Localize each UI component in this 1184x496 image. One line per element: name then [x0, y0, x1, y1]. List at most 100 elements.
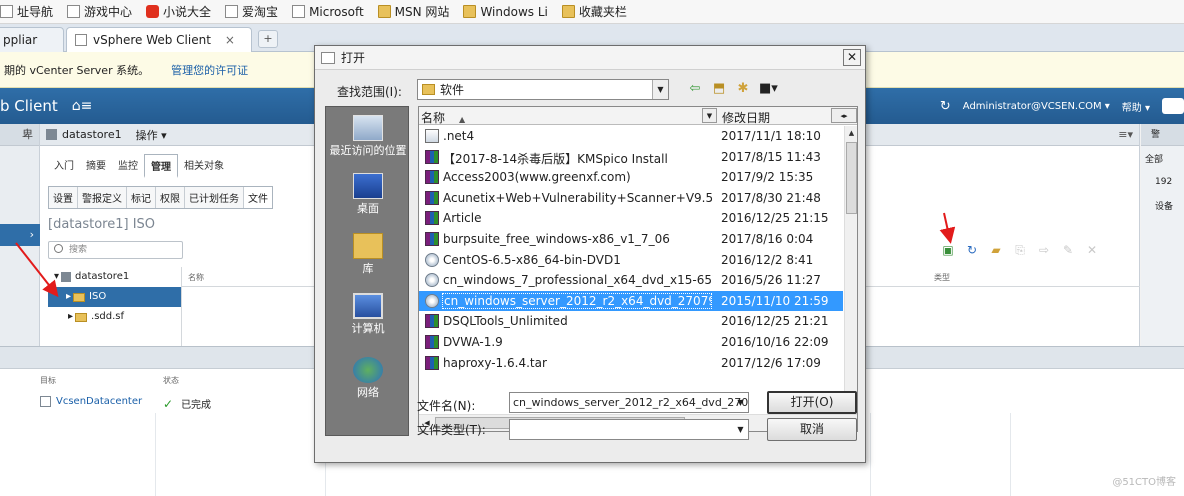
column-target[interactable]: 目标 — [40, 375, 56, 386]
subtab-5[interactable]: 文件 — [244, 187, 272, 208]
list-item[interactable]: Acunetix+Web+Vulnerability+Scanner+V9.5%… — [419, 188, 843, 209]
tab-1[interactable]: 摘要 — [80, 154, 112, 178]
alarm-item[interactable]: 192 — [1141, 171, 1184, 193]
list-item[interactable]: Access2003(www.greenxf.com) 2017/9/2 15:3… — [419, 167, 843, 188]
file-rows: .net4 2017/11/1 18:10 【2017-8-14杀毒后版】KMSpi… — [419, 126, 843, 416]
column-status[interactable]: 状态 — [163, 375, 179, 386]
up-folder-icon[interactable]: ⬒ — [711, 81, 727, 96]
tab-3[interactable]: 管理 — [144, 154, 178, 178]
task-target-link[interactable]: VcsenDatacenter — [40, 396, 142, 407]
place-desktop[interactable]: 桌面 — [326, 173, 410, 215]
refresh-icon[interactable]: ↻ — [940, 99, 951, 114]
scroll-up-icon[interactable]: ▲ — [846, 126, 857, 140]
subtab-2[interactable]: 标记 — [127, 187, 156, 208]
datastore-icon — [46, 129, 57, 140]
recent-places-icon — [353, 115, 383, 141]
tree-item[interactable]: ▸ .sdd.sf — [48, 307, 181, 327]
filetype-select[interactable]: ▼ — [509, 419, 749, 440]
chevron-down-icon[interactable]: ▼ — [733, 420, 748, 439]
bookmark-item[interactable]: MSN 网站 — [377, 3, 449, 20]
new-folder-icon[interactable]: ▰ — [988, 243, 1004, 258]
column-name-header[interactable]: 名称 ▲ — [421, 109, 465, 126]
list-item[interactable]: DVWA-1.9 2016/10/16 22:09 — [419, 332, 843, 353]
chevron-down-icon[interactable]: ▼ — [652, 80, 668, 99]
browser-tab-vsphere[interactable]: vSphere Web Client × — [66, 27, 252, 52]
column-date-header[interactable]: 修改日期 — [722, 109, 770, 126]
list-item[interactable]: CentOS-6.5-x86_64-bin-DVD1 2016/12/2 8:41 — [419, 250, 843, 271]
pin-icon[interactable]: 卑 — [0, 124, 39, 146]
file-name: .net4 — [443, 129, 475, 143]
view-menu-icon[interactable]: ■▾ — [759, 81, 778, 96]
bookmark-item[interactable]: Microsoft — [292, 5, 364, 19]
place-network[interactable]: 网络 — [326, 357, 410, 399]
home-icon[interactable]: ⌂≡ — [72, 98, 93, 114]
list-item[interactable]: Article 2016/12/25 21:15 — [419, 208, 843, 229]
page-icon — [67, 5, 81, 18]
user-menu[interactable]: Administrator@VCSEN.COM ▾ — [963, 101, 1110, 112]
bookmark-item[interactable]: 址导航 — [0, 3, 53, 20]
place-recent[interactable]: 最近访问的位置 — [326, 115, 410, 157]
chevron-down-icon[interactable]: ▼ — [733, 393, 748, 412]
task-target[interactable]: VcsenDatacenter — [56, 396, 142, 407]
search-input[interactable]: 搜索 — [48, 241, 183, 259]
dialog-title: 打开 — [341, 51, 366, 65]
chevron-right-icon[interactable]: ▸ — [68, 307, 73, 327]
lookin-select[interactable]: 软件 ▼ — [417, 79, 669, 100]
subtab-0[interactable]: 设置 — [49, 187, 78, 208]
browser-tab-other[interactable]: ppliar — [0, 27, 64, 52]
panel-menu-icon[interactable]: ≡▾ — [1118, 128, 1133, 141]
tree-item[interactable]: ▸ ISO — [48, 287, 181, 307]
tab-0[interactable]: 入门 — [48, 154, 80, 178]
bookmark-item[interactable]: 收藏夹栏 — [561, 3, 627, 20]
list-item[interactable]: cn_windows_server_2012_r2_x64_dvd_270796… — [419, 290, 843, 312]
new-folder-icon[interactable]: ✱ — [735, 81, 751, 96]
bookmark-item[interactable]: 游戏中心 — [67, 3, 132, 20]
sort-ascending-icon: ▲ — [459, 115, 466, 124]
copy-icon: ⎘ — [1015, 243, 1025, 257]
list-item[interactable]: DSQLTools_Unlimited 2016/12/25 21:21 — [419, 311, 843, 332]
open-button[interactable]: 打开(O) — [767, 391, 857, 414]
upload-file-icon[interactable]: ▣ — [940, 243, 956, 258]
chevron-down-icon[interactable]: ▼ — [702, 108, 717, 123]
list-item[interactable]: cn_windows_7_professional_x64_dvd_x15-65… — [419, 270, 843, 291]
back-icon[interactable]: ⇦ — [687, 81, 703, 96]
tab-4[interactable]: 相关对象 — [178, 154, 230, 178]
column-scroll-arrows[interactable]: ◂▸ — [831, 108, 857, 123]
file-date: 2016/12/2 8:41 — [721, 252, 814, 267]
subtab-3[interactable]: 权限 — [156, 187, 185, 208]
list-item[interactable]: .net4 2017/11/1 18:10 — [419, 126, 843, 147]
place-computer[interactable]: 计算机 — [326, 293, 410, 335]
close-icon[interactable]: × — [225, 33, 235, 47]
libraries-icon — [353, 233, 383, 259]
navigator-selected-item[interactable]: › — [0, 224, 40, 246]
vertical-scrollbar[interactable]: ▲ ▼ — [844, 126, 857, 413]
new-tab-button[interactable]: + — [258, 30, 278, 48]
list-item[interactable]: 【2017-8-14杀毒后版】KMSpico Install 2017/8/15 … — [419, 147, 843, 168]
filename-input[interactable]: cn_windows_server_2012_r2_x64_dvd_2707 ▼ — [509, 392, 749, 413]
archive-icon — [425, 190, 439, 205]
bookmark-item[interactable]: 爱淘宝 — [225, 3, 278, 20]
bookmark-item[interactable]: 小说大全 — [146, 3, 211, 20]
actions-menu[interactable]: 操作 ▾ — [136, 127, 167, 143]
manage-license-link[interactable]: 管理您的许可证 — [171, 62, 248, 78]
help-menu[interactable]: 帮助 ▾ — [1122, 99, 1150, 114]
list-item[interactable]: haproxy-1.6.4.tar 2017/12/6 17:09 — [419, 353, 843, 374]
column-type[interactable]: 类型 — [934, 272, 950, 283]
column-name[interactable]: 名称 — [188, 272, 204, 283]
chevron-right-icon[interactable]: ▸ — [66, 287, 71, 307]
close-button[interactable]: ✕ — [843, 49, 861, 66]
cancel-button[interactable]: 取消 — [767, 418, 857, 441]
refresh-icon[interactable]: ↻ — [964, 243, 980, 258]
subtab-1[interactable]: 警报定义 — [78, 187, 127, 208]
subtab-4[interactable]: 已计划任务 — [185, 187, 244, 208]
chevron-down-icon[interactable]: ▾ — [54, 267, 59, 287]
place-libraries[interactable]: 库 — [326, 233, 410, 275]
tree-item[interactable]: ▾ datastore1 — [48, 267, 181, 287]
bookmark-item[interactable]: Windows Li — [463, 5, 548, 19]
list-item[interactable]: burpsuite_free_windows-x86_v1_7_06 2017/8… — [419, 229, 843, 250]
file-list-header: 名称 ▲ ▼ 修改日期 ◂▸ — [419, 107, 857, 125]
global-search-input[interactable] — [1162, 98, 1184, 114]
alarms-all[interactable]: 全部 — [1141, 146, 1184, 171]
scroll-thumb[interactable] — [846, 142, 857, 214]
tab-2[interactable]: 监控 — [112, 154, 144, 178]
